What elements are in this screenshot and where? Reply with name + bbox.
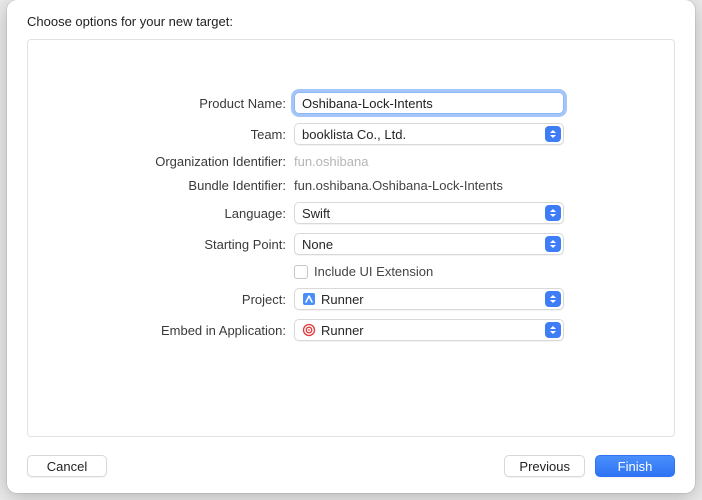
options-form: Product Name: Team: booklista Co., Ltd. … [28,92,674,341]
language-select-value: Swift [302,206,330,221]
bundle-id-value: fun.oshibana.Oshibana-Lock-Intents [294,178,503,193]
app-target-icon [302,323,316,337]
xcode-project-icon [302,292,316,306]
updown-icon [545,291,561,307]
embed-select[interactable]: Runner [294,319,564,341]
team-label: Team: [28,127,294,142]
team-select[interactable]: booklista Co., Ltd. [294,123,564,145]
include-ui-extension-checkbox[interactable] [294,265,308,279]
product-name-input[interactable] [294,92,564,114]
embed-select-value: Runner [321,323,364,338]
updown-icon [545,126,561,142]
options-panel: Product Name: Team: booklista Co., Ltd. … [27,39,675,437]
starting-point-label: Starting Point: [28,237,294,252]
finish-button[interactable]: Finish [595,455,675,477]
project-label: Project: [28,292,294,307]
starting-point-select[interactable]: None [294,233,564,255]
include-ui-extension-label: Include UI Extension [314,264,433,279]
project-select-value: Runner [321,292,364,307]
bundle-id-label: Bundle Identifier: [28,178,294,193]
product-name-label: Product Name: [28,96,294,111]
sheet-title: Choose options for your new target: [7,0,695,35]
starting-point-value: None [302,237,333,252]
embed-label: Embed in Application: [28,323,294,338]
updown-icon [545,236,561,252]
team-select-value: booklista Co., Ltd. [302,127,406,142]
previous-button[interactable]: Previous [504,455,585,477]
new-target-sheet: Choose options for your new target: Prod… [7,0,695,493]
org-id-value: fun.oshibana [294,154,368,169]
cancel-button[interactable]: Cancel [27,455,107,477]
updown-icon [545,322,561,338]
language-select[interactable]: Swift [294,202,564,224]
language-label: Language: [28,206,294,221]
updown-icon [545,205,561,221]
project-select[interactable]: Runner [294,288,564,310]
button-bar: Cancel Previous Finish [7,447,695,493]
org-id-label: Organization Identifier: [28,154,294,169]
